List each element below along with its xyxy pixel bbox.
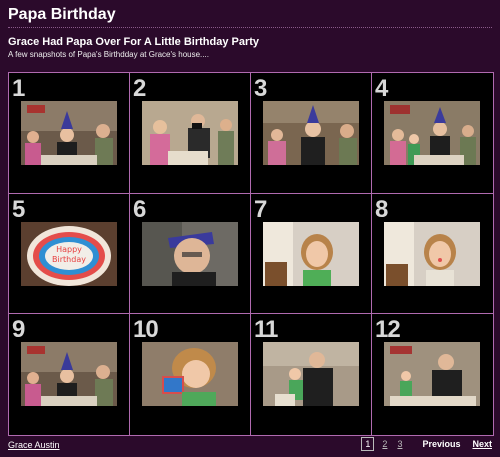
photo-cell[interactable]: 7: [251, 193, 372, 315]
photo-number: 2: [133, 75, 146, 102]
photo-cell[interactable]: 1: [9, 73, 130, 194]
page-1-link[interactable]: 1: [361, 437, 375, 451]
photo-thumbnail[interactable]: Happy Birthday: [21, 221, 117, 286]
photo-cell[interactable]: 12: [372, 314, 493, 435]
photo-thumbnail[interactable]: [21, 101, 117, 165]
photo-number: 1: [12, 75, 25, 102]
photo-number: 3: [254, 75, 267, 102]
svg-text:Happy: Happy: [56, 245, 82, 254]
photo-cell[interactable]: 4: [372, 73, 493, 194]
photo-thumbnail[interactable]: [384, 221, 480, 286]
photo-thumbnail[interactable]: [384, 101, 480, 165]
photo-number: 7: [254, 195, 267, 223]
previous-link[interactable]: Previous: [422, 439, 460, 449]
photo-image: [384, 342, 480, 407]
author-link[interactable]: Grace Austin: [8, 440, 60, 450]
photo-cell[interactable]: 2: [130, 73, 251, 194]
photo-number: 4: [375, 75, 388, 102]
photo-number: 8: [375, 195, 388, 223]
photo-number: 5: [12, 195, 25, 223]
page-title: Papa Birthday: [8, 6, 492, 28]
photo-cell[interactable]: 9: [9, 314, 130, 435]
svg-text:Birthday: Birthday: [52, 255, 86, 264]
photo-cell[interactable]: 5 Happy Birthday: [9, 193, 130, 315]
photo-thumbnail[interactable]: [142, 221, 238, 286]
photo-grid: 1 2 3 4 5 Happy Birthday 6 7 8 9 10 11 1…: [8, 72, 494, 436]
page-3-link[interactable]: 3: [395, 438, 404, 450]
photo-thumbnail[interactable]: [142, 101, 238, 165]
gallery-title: Grace Had Papa Over For A Little Birthda…: [8, 36, 260, 48]
photo-cell[interactable]: 6: [130, 193, 251, 315]
photo-cell[interactable]: 8: [372, 193, 493, 315]
page-2-link[interactable]: 2: [380, 438, 389, 450]
photo-thumbnail[interactable]: [384, 342, 480, 407]
photo-image: [142, 342, 238, 407]
photo-thumbnail[interactable]: [263, 342, 359, 407]
photo-image: [263, 101, 359, 165]
photo-image: [263, 221, 359, 286]
photo-cell[interactable]: 11: [251, 314, 372, 435]
photo-number: 10: [133, 316, 159, 344]
photo-image: [384, 221, 480, 286]
next-link[interactable]: Next: [472, 439, 492, 449]
photo-image: [21, 101, 117, 165]
photo-thumbnail[interactable]: [263, 221, 359, 286]
photo-number: 6: [133, 195, 146, 223]
photo-cell[interactable]: 3: [251, 73, 372, 194]
photo-image: [263, 342, 359, 407]
photo-number: 9: [12, 316, 25, 344]
photo-image: Happy Birthday: [21, 221, 117, 286]
photo-thumbnail[interactable]: [263, 101, 359, 165]
photo-image: [21, 342, 117, 407]
photo-thumbnail[interactable]: [21, 342, 117, 407]
photo-number: 12: [375, 316, 401, 344]
gallery-description: A few snapshots of Papa's Birthdday at G…: [8, 50, 209, 59]
photo-cell[interactable]: 10: [130, 314, 251, 435]
photo-thumbnail[interactable]: [142, 342, 238, 407]
photo-image: [384, 101, 480, 165]
photo-image: [142, 221, 238, 286]
photo-image: [142, 101, 238, 165]
photo-number: 11: [254, 316, 278, 344]
header: Papa Birthday Grace Had Papa Over For A …: [0, 0, 500, 59]
pagination: 1 2 3 Previous Next: [361, 437, 492, 451]
footer: Grace Austin 1 2 3 Previous Next: [8, 437, 492, 455]
